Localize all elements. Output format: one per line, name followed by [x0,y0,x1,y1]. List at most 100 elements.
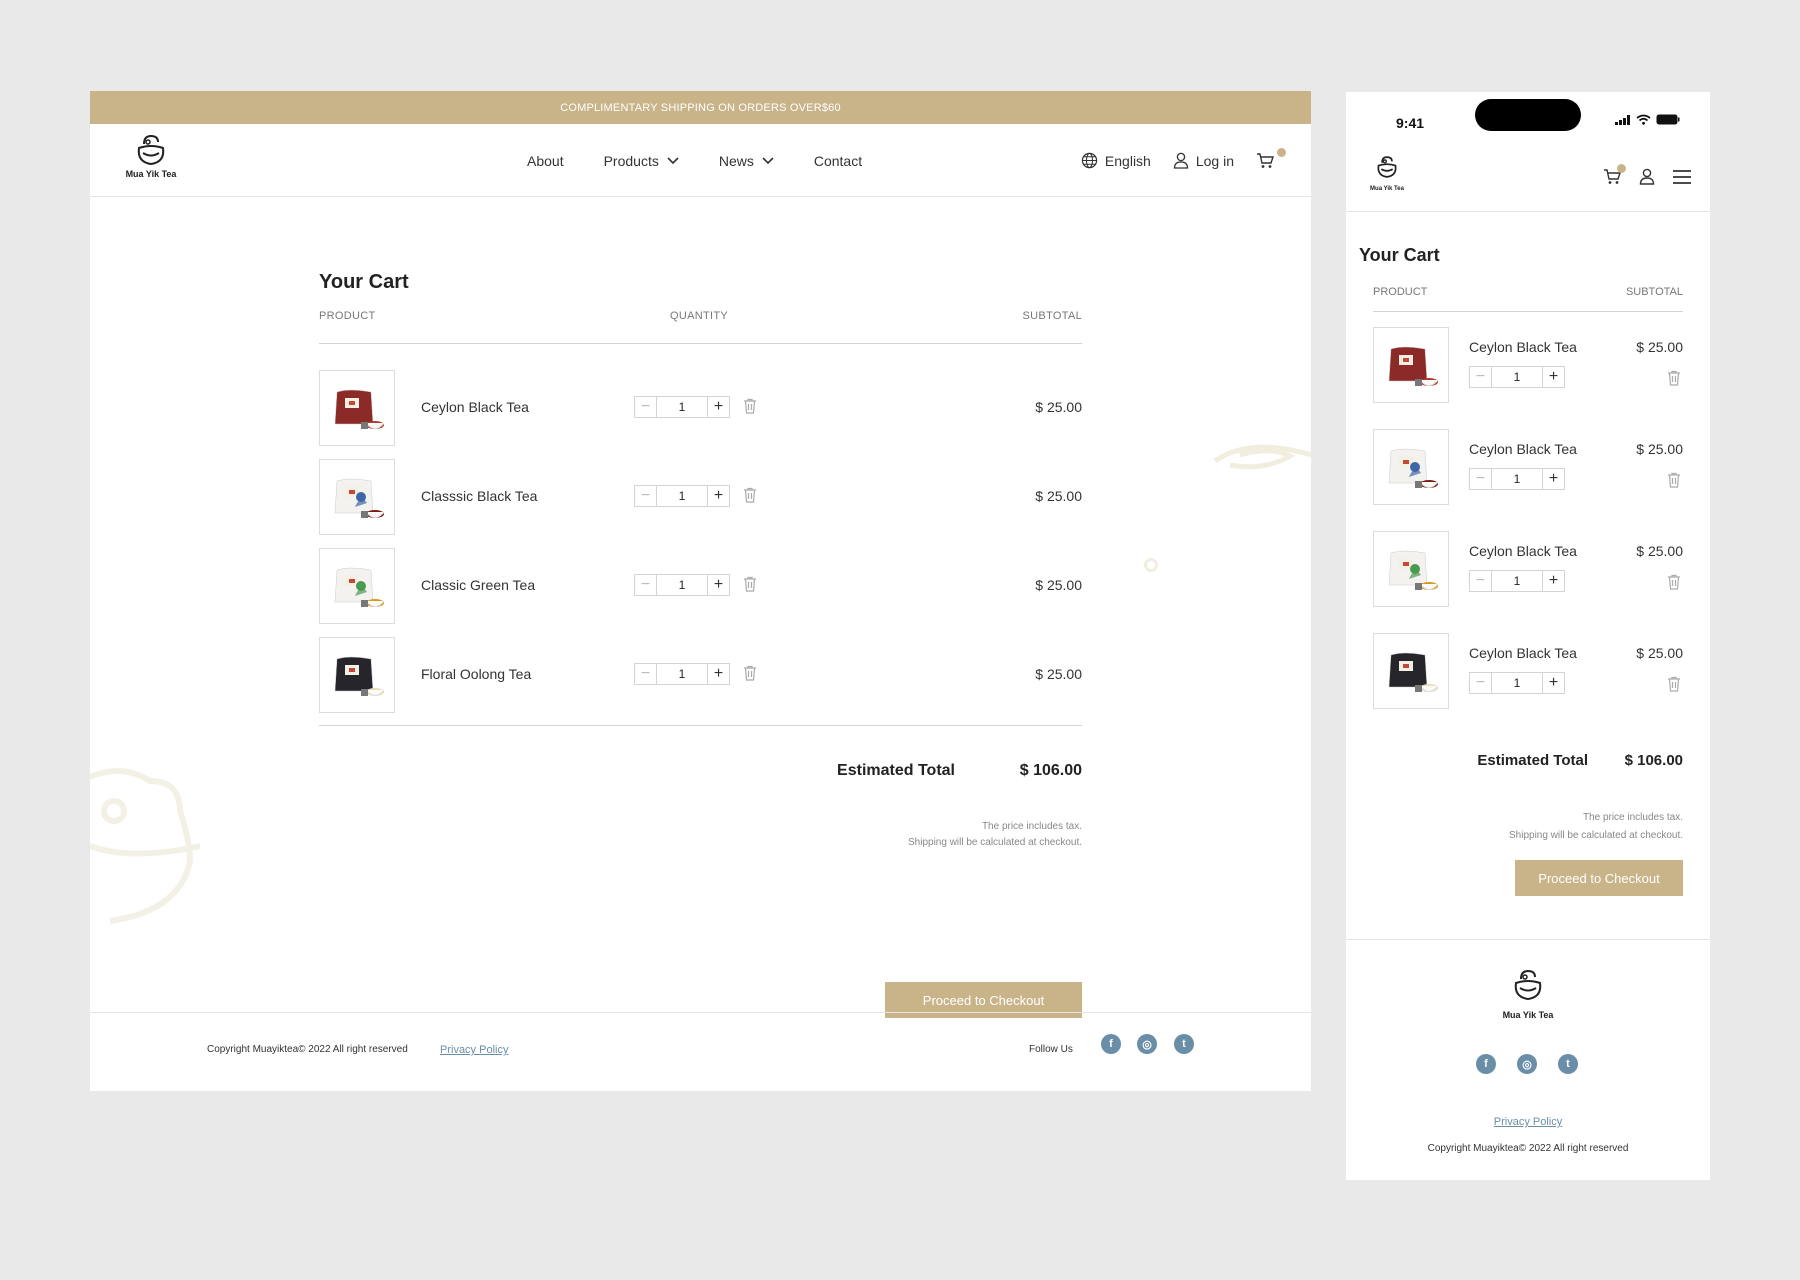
decrease-button[interactable]: − [1470,673,1492,693]
quantity-value[interactable]: 1 [1492,571,1542,591]
product-thumbnail[interactable] [319,370,395,446]
trash-icon [1668,472,1680,488]
checkout-button[interactable]: Proceed to Checkout [1515,860,1683,896]
header-subtotal: SUBTOTAL [1022,310,1082,322]
product-thumbnail[interactable] [1373,531,1449,607]
privacy-policy-link[interactable]: Privacy Policy [1346,1116,1710,1128]
facebook-icon[interactable]: f [1476,1054,1496,1074]
quantity-value[interactable]: 1 [1492,673,1542,693]
cart-section: Your Cart PRODUCT QUANTITY SUBTOTAL Ceyl… [319,271,1082,1018]
quantity-value[interactable]: 1 [1492,469,1542,489]
quantity-value[interactable]: 1 [657,486,707,506]
login-label: Log in [1195,152,1234,169]
product-thumbnail[interactable] [319,548,395,624]
trash-icon [744,665,756,681]
delete-button[interactable] [743,665,757,686]
increase-button[interactable]: + [707,397,729,417]
product-thumbnail[interactable] [1373,429,1449,505]
delete-button[interactable] [1667,574,1681,595]
instagram-icon[interactable]: ◎ [1137,1034,1157,1054]
decrease-button[interactable]: − [1470,469,1492,489]
brand-name: Mua Yik Tea [1370,186,1404,192]
twitter-icon[interactable]: t [1558,1054,1578,1074]
decrease-button[interactable]: − [1470,571,1492,591]
footer-logo[interactable]: Mua Yik Tea [1498,966,1558,1020]
increase-button[interactable]: + [707,575,729,595]
quantity-stepper[interactable]: − 1 + [634,663,730,685]
quantity-stepper[interactable]: − 1 + [634,485,730,507]
quantity-stepper[interactable]: − 1 + [1469,468,1565,490]
twitter-icon[interactable]: t [1174,1034,1194,1054]
delete-button[interactable] [1667,676,1681,697]
language-selector[interactable]: English [1081,152,1151,169]
product-thumbnail[interactable] [319,637,395,713]
product-name[interactable]: Ceylon Black Tea [421,399,529,415]
quantity-value[interactable]: 1 [657,397,707,417]
quantity-stepper[interactable]: − 1 + [1469,366,1565,388]
product-subtotal: $ 25.00 [1636,339,1683,355]
decrease-button[interactable]: − [635,575,657,595]
product-name[interactable]: Ceylon Black Tea [1469,339,1577,355]
nav-about[interactable]: About [527,153,564,169]
increase-button[interactable]: + [707,664,729,684]
increase-button[interactable]: + [1542,469,1564,489]
header-product: PRODUCT [319,310,376,322]
decrease-button[interactable]: − [635,486,657,506]
cart-item-row: Floral Oolong Tea − 1 + $ 25.00 [319,637,1082,726]
brand-logo[interactable]: Mua Yik Tea [118,132,184,179]
total-label: Estimated Total [1477,752,1588,769]
signal-icon [1615,114,1630,125]
product-name[interactable]: Floral Oolong Tea [421,666,531,682]
quantity-stepper[interactable]: − 1 + [634,574,730,596]
nav-about-label: About [527,152,564,169]
increase-button[interactable]: + [707,486,729,506]
delete-button[interactable] [743,398,757,419]
delete-button[interactable] [1667,472,1681,493]
product-name[interactable]: Classic Green Tea [421,577,535,593]
nav-products[interactable]: Products [604,153,679,169]
instagram-icon[interactable]: ◎ [1517,1054,1537,1074]
decorative-dot-shape [1144,558,1158,572]
product-name[interactable]: Ceylon Black Tea [1469,645,1577,661]
increase-button[interactable]: + [1542,673,1564,693]
trash-icon [744,487,756,503]
product-thumbnail[interactable] [319,459,395,535]
quantity-stepper[interactable]: − 1 + [634,396,730,418]
cart-badge [1617,164,1626,173]
decrease-button[interactable]: − [635,397,657,417]
decrease-button[interactable]: − [1470,367,1492,387]
product-name[interactable]: Ceylon Black Tea [1469,543,1577,559]
product-thumbnail[interactable] [1373,633,1449,709]
chevron-down-icon [762,156,774,164]
quantity-value[interactable]: 1 [1492,367,1542,387]
nav-news[interactable]: News [719,153,774,169]
increase-button[interactable]: + [1542,367,1564,387]
product-name[interactable]: Ceylon Black Tea [1469,441,1577,457]
facebook-icon[interactable]: f [1101,1034,1121,1054]
increase-button[interactable]: + [1542,571,1564,591]
delete-button[interactable] [743,576,757,597]
brand-logo[interactable]: Mua Yik Tea [1364,154,1410,192]
quantity-stepper[interactable]: − 1 + [1469,672,1565,694]
nav-contact[interactable]: Contact [814,153,862,169]
hamburger-menu-icon [1673,169,1691,184]
mobile-header: Mua Yik Tea [1346,150,1710,212]
desktop-page: COMPLIMENTARY SHIPPING ON ORDERS OVER$60… [90,91,1311,1091]
quantity-value[interactable]: 1 [657,575,707,595]
delete-button[interactable] [743,487,757,508]
delete-button[interactable] [1667,370,1681,391]
product-subtotal: $ 25.00 [1035,488,1082,504]
cart-button[interactable] [1256,148,1286,169]
mobile-header-actions [1585,164,1691,190]
privacy-policy-link[interactable]: Privacy Policy [440,1044,508,1056]
decrease-button[interactable]: − [635,664,657,684]
product-thumbnail[interactable] [1373,327,1449,403]
account-button[interactable] [1639,168,1655,190]
login-link[interactable]: Log in [1173,152,1234,169]
quantity-stepper[interactable]: − 1 + [1469,570,1565,592]
product-name[interactable]: Classsic Black Tea [421,488,537,504]
menu-button[interactable] [1673,169,1691,189]
site-header: Mua Yik Tea About Products News Contact … [90,124,1311,197]
cart-button[interactable] [1603,164,1626,190]
quantity-value[interactable]: 1 [657,664,707,684]
